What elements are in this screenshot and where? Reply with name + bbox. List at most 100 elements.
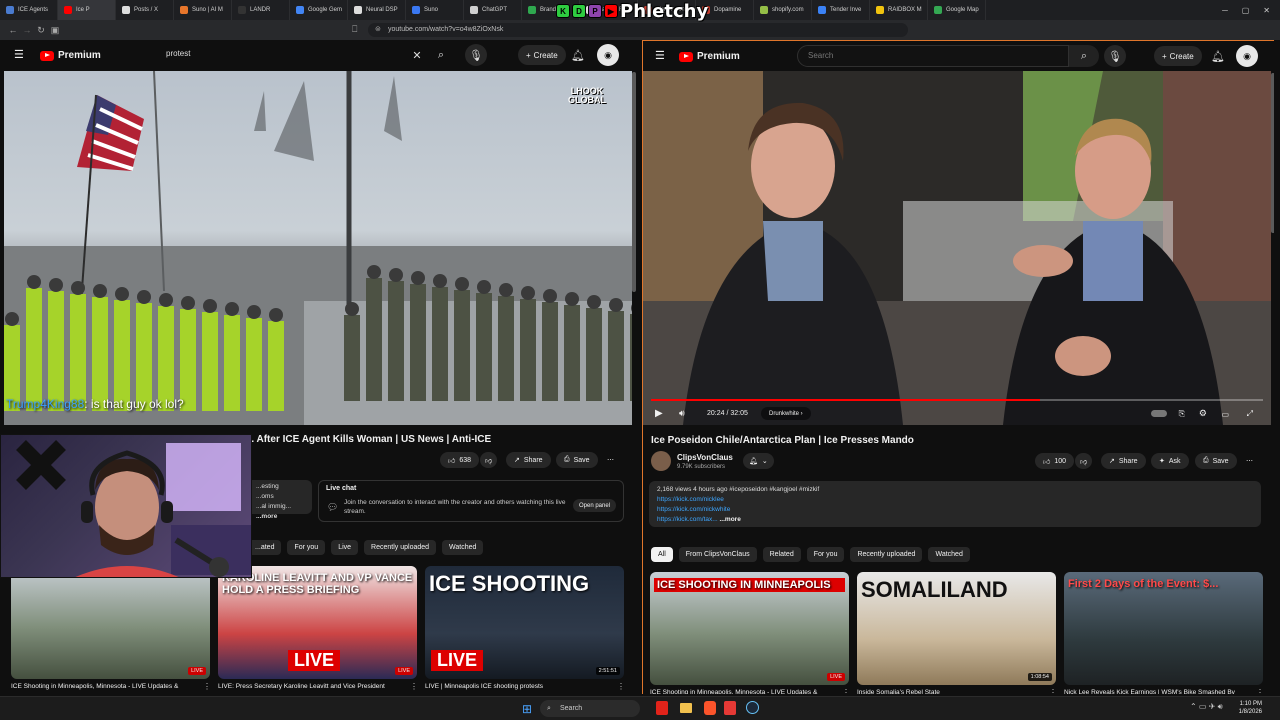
- clock[interactable]: 1:10 PM 1/8/2026: [1232, 700, 1262, 716]
- play-icon[interactable]: ▶: [655, 408, 663, 419]
- thumbnail-title[interactable]: ICE Shooting in Minneapolis, Minnesota -…: [11, 683, 201, 690]
- search-icon[interactable]: ⌕: [1069, 45, 1099, 67]
- notifications-icon[interactable]: 🔔︎: [567, 44, 589, 66]
- thumbnail-title[interactable]: LIVE | Minneapolis ICE shooting protests: [425, 683, 615, 690]
- more-actions-icon[interactable]: ⋯: [602, 452, 619, 468]
- youtube-logo[interactable]: Premium: [40, 50, 101, 61]
- video-thumbnail[interactable]: ICE SHOOTING LIVE 2:51:51: [425, 566, 624, 679]
- left-scrollbar[interactable]: [632, 72, 636, 292]
- video-thumbnail[interactable]: First 2 Days of the Event: $...: [1064, 572, 1263, 685]
- search-input[interactable]: Search: [797, 45, 1069, 67]
- filter-chip[interactable]: Live: [331, 540, 359, 555]
- bookmark-icon[interactable]: ⎕: [352, 24, 362, 36]
- brave-icon[interactable]: [704, 701, 716, 715]
- windows-start-icon[interactable]: ⊞: [522, 702, 532, 716]
- menu-icon[interactable]: ☰: [655, 49, 665, 62]
- volume-icon[interactable]: 🔊︎: [679, 408, 685, 419]
- steam-icon[interactable]: [746, 701, 759, 714]
- kebab-menu-icon[interactable]: ⋮: [203, 682, 211, 691]
- thumbnail-title[interactable]: ICE Shooting in Minneapolis, Minnesota -…: [650, 689, 840, 694]
- left-video-player[interactable]: LHOOK GLOBAL Trump4King88: is that guy o…: [4, 71, 632, 425]
- thumbnail-title[interactable]: Inside Somalia's Rebel State: [857, 689, 1047, 694]
- video-thumbnail[interactable]: ICE SHOOTING IN MINNEAPOLIS LIVE: [650, 572, 849, 685]
- browser-tab[interactable]: Neural DSP: [348, 0, 406, 20]
- create-button[interactable]: + Create: [1154, 46, 1202, 66]
- subtitles-icon[interactable]: ⎘: [1179, 409, 1185, 419]
- tray-icons[interactable]: ⌃ ▭ ✈ 🔊︎: [1190, 702, 1223, 712]
- filter-chip[interactable]: Recently uploaded: [364, 540, 437, 555]
- more-link[interactable]: ...more: [256, 513, 277, 520]
- dislike-button[interactable]: 👎︎: [1075, 453, 1093, 469]
- clear-search-icon[interactable]: ✕: [406, 44, 428, 66]
- filter-chip[interactable]: For you: [806, 547, 845, 562]
- chapter-button[interactable]: Drunkwhite ›: [761, 407, 811, 420]
- channel-name[interactable]: ClipsVonClaus: [677, 453, 733, 462]
- taskbar-search[interactable]: ⌕ Search: [540, 700, 640, 717]
- browser-tab[interactable]: LANDR: [232, 0, 290, 20]
- like-button[interactable]: 👍︎ 638: [440, 452, 480, 468]
- channel-avatar[interactable]: [651, 451, 671, 471]
- search-icon[interactable]: ⌕: [430, 44, 452, 66]
- kebab-menu-icon[interactable]: ⋮: [1256, 688, 1264, 694]
- filter-chip[interactable]: All: [651, 547, 673, 562]
- video-thumbnail[interactable]: LIVE: [11, 566, 210, 679]
- browser-tab[interactable]: Posts / X: [116, 0, 174, 20]
- browser-tab[interactable]: Google Gem: [290, 0, 348, 20]
- url-field[interactable]: ⊜ youtube.com/watch?v=o4w8ZiOxNsk: [368, 23, 908, 37]
- youtube-logo[interactable]: Premium: [679, 51, 740, 62]
- filter-chip[interactable]: Watched: [928, 547, 970, 562]
- autoplay-toggle[interactable]: [1151, 410, 1167, 417]
- filter-chip[interactable]: From ClipsVonClaus: [678, 547, 757, 562]
- avatar[interactable]: ◉: [597, 44, 619, 66]
- more-actions-icon[interactable]: ⋯: [1241, 453, 1258, 469]
- progress-track[interactable]: [651, 399, 1263, 401]
- left-description[interactable]: ...esting ...oms ...al immig... ...more: [252, 480, 312, 520]
- thumbnail-title[interactable]: LIVE: Press Secretary Karoline Leavitt a…: [218, 683, 408, 690]
- right-video-player[interactable]: ▶ 🔊︎ 20:24 / 32:05 Drunkwhite › ⎘ ⚙ ▭ ⤢: [643, 71, 1271, 425]
- desc-link[interactable]: https://kick.com/nicklee: [657, 495, 1253, 505]
- kebab-menu-icon[interactable]: ⋮: [410, 682, 418, 691]
- share-button[interactable]: ↗ Share: [506, 452, 551, 468]
- ask-button[interactable]: ✦ Ask: [1151, 453, 1189, 469]
- search-input[interactable]: protest: [156, 44, 428, 66]
- browser-tab[interactable]: Tender Inve: [812, 0, 870, 20]
- browser-tab[interactable]: Suno: [406, 0, 464, 20]
- back-icon[interactable]: ←: [6, 23, 20, 37]
- more-link[interactable]: ...more: [720, 516, 741, 523]
- miniplayer-icon[interactable]: ▭: [1221, 410, 1229, 419]
- voice-search-icon[interactable]: 🎙: [465, 44, 487, 66]
- dislike-button[interactable]: 👎︎: [480, 452, 498, 468]
- browser-tab[interactable]: Suno | AI M: [174, 0, 232, 20]
- extensions-icon[interactable]: ▣: [48, 23, 62, 37]
- fullscreen-icon[interactable]: ⤢: [1247, 409, 1253, 419]
- save-button[interactable]: ⎙ Save: [1195, 453, 1237, 469]
- filter-chip[interactable]: Watched: [442, 540, 484, 555]
- video-thumbnail[interactable]: SOMALILAND 1:08:54: [857, 572, 1056, 685]
- forward-icon[interactable]: →: [20, 23, 34, 37]
- browser-tab[interactable]: ICE Agents: [0, 0, 58, 20]
- folder-icon[interactable]: [680, 703, 692, 713]
- menu-icon[interactable]: ☰: [14, 48, 24, 61]
- filter-chip[interactable]: Recently uploaded: [850, 547, 923, 562]
- voice-search-icon[interactable]: 🎙: [1104, 45, 1126, 67]
- browser-tab[interactable]: ChatGPT: [464, 0, 522, 20]
- right-description[interactable]: 2,168 views 4 hours ago #iceposeidon #ka…: [649, 481, 1261, 527]
- thumbnail-title[interactable]: Nick Lee Reveals Kick Earnings | WSM's B…: [1064, 689, 1254, 694]
- avatar[interactable]: ◉: [1236, 45, 1258, 67]
- reload-icon[interactable]: ↻: [34, 23, 48, 37]
- settings-icon[interactable]: ⚙: [1199, 408, 1207, 419]
- maximize-icon[interactable]: ▢: [1242, 6, 1250, 15]
- streaming-app-icon[interactable]: [724, 701, 736, 715]
- minimize-icon[interactable]: ─: [1222, 6, 1228, 15]
- desc-link[interactable]: https://kick.com/nickwhite: [657, 505, 1253, 515]
- browser-tab[interactable]: shopify.com: [754, 0, 812, 20]
- subscribed-button[interactable]: 🔔︎ ⌄: [743, 453, 774, 469]
- right-scrollbar[interactable]: [1271, 73, 1274, 233]
- kebab-menu-icon[interactable]: ⋮: [617, 682, 625, 691]
- kebab-menu-icon[interactable]: ⋮: [1049, 688, 1057, 694]
- create-button[interactable]: + Create: [518, 45, 566, 65]
- share-button[interactable]: ↗ Share: [1101, 453, 1146, 469]
- site-info-icon[interactable]: ⊜: [375, 23, 381, 37]
- save-button[interactable]: ⎙ Save: [556, 452, 598, 468]
- browser-tab[interactable]: Google Map: [928, 0, 986, 20]
